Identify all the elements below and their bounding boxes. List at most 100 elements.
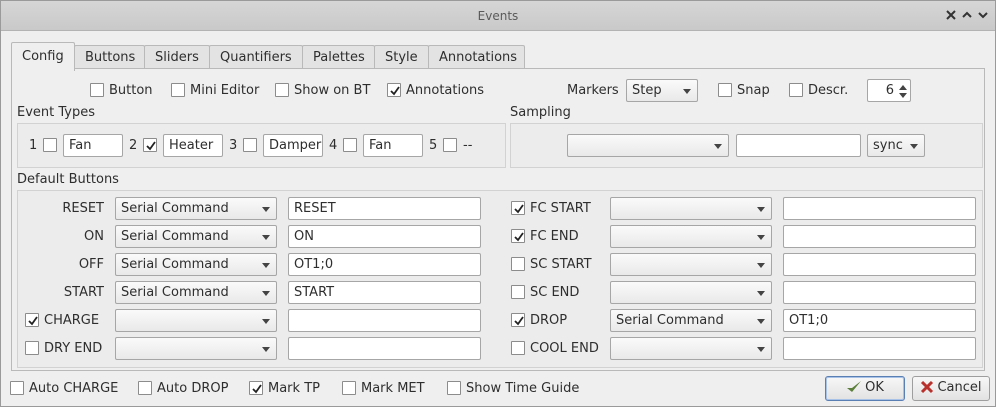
descr-value: 6 [885, 83, 894, 98]
reset-command-field[interactable]: RESET [288, 197, 481, 220]
reset-action-select[interactable]: Serial Command [115, 197, 277, 220]
charge-action-select[interactable] [115, 309, 277, 332]
spin-up-icon[interactable] [899, 85, 907, 90]
drop-command-field[interactable]: OT1;0 [783, 309, 976, 332]
drop-action-select[interactable]: Serial Command [610, 309, 772, 332]
show-time-guide-checkbox[interactable] [447, 381, 461, 395]
charge-checkbox[interactable] [25, 313, 39, 327]
event-type-5-value: -- [463, 138, 473, 153]
event-type-3-checkbox[interactable] [243, 138, 257, 152]
on-action-select[interactable]: Serial Command [115, 225, 277, 248]
on-action-value: Serial Command [121, 229, 229, 244]
tab-config[interactable]: Config [11, 42, 75, 71]
start-command-field[interactable]: START [288, 281, 481, 304]
descr-spinbox[interactable]: 6 [867, 79, 911, 102]
dropdown-arrow-icon [910, 144, 918, 149]
sc-start-command-field[interactable] [783, 253, 976, 276]
sc-start-checkbox[interactable] [511, 257, 525, 271]
descr-label: Descr. [808, 83, 849, 98]
sync-select[interactable]: sync [867, 134, 925, 157]
dropdown-arrow-icon [757, 319, 765, 324]
dropdown-arrow-icon [262, 319, 270, 324]
checkmark-icon [847, 381, 862, 392]
fc-start-command-field[interactable] [783, 197, 976, 220]
cool-end-command-field[interactable] [783, 337, 976, 360]
sc-start-action-select[interactable] [610, 253, 772, 276]
drop-label: DROP [530, 313, 568, 328]
spin-down-icon[interactable] [899, 93, 907, 98]
event-type-5-num: 5 [429, 138, 438, 153]
chevron-down-icon[interactable] [975, 7, 991, 23]
sc-end-checkbox[interactable] [511, 285, 525, 299]
dropdown-arrow-icon [757, 235, 765, 240]
checkmark-icon [514, 204, 524, 214]
dropdown-arrow-icon [757, 263, 765, 268]
off-action-select[interactable]: Serial Command [115, 253, 277, 276]
annotations-checkbox[interactable] [387, 83, 401, 97]
sampling-field[interactable] [736, 134, 861, 157]
dry-end-command-field[interactable] [288, 337, 481, 360]
markers-select[interactable]: Step [626, 79, 698, 102]
tab-style[interactable]: Style [374, 45, 429, 70]
show-on-bt-checkbox[interactable] [275, 83, 289, 97]
mini-editor-checkbox[interactable] [171, 83, 185, 97]
auto-charge-checkbox[interactable] [10, 381, 24, 395]
cancel-label: Cancel [937, 380, 982, 395]
on-label: ON [84, 229, 104, 244]
button-checkbox[interactable] [90, 83, 104, 97]
dropdown-arrow-icon [262, 263, 270, 268]
auto-drop-checkbox[interactable] [138, 381, 152, 395]
show-time-guide-label: Show Time Guide [466, 381, 580, 396]
event-type-1-checkbox[interactable] [43, 138, 57, 152]
mark-met-label: Mark MET [361, 381, 425, 396]
sc-end-command-field[interactable] [783, 281, 976, 304]
dropdown-arrow-icon [714, 144, 722, 149]
on-command-field[interactable]: ON [288, 225, 481, 248]
close-icon[interactable] [943, 7, 959, 23]
off-command-field[interactable]: OT1;0 [288, 253, 481, 276]
event-type-3-field[interactable]: Damper [263, 134, 323, 157]
tab-sliders[interactable]: Sliders [144, 45, 210, 70]
cancel-button[interactable]: Cancel [912, 376, 990, 401]
chevron-up-icon[interactable] [959, 7, 975, 23]
event-type-1-field[interactable]: Fan [63, 134, 123, 157]
tab-annotations[interactable]: Annotations [428, 45, 525, 70]
snap-checkbox[interactable] [718, 83, 732, 97]
fc-end-command-field[interactable] [783, 225, 976, 248]
event-type-2-checkbox[interactable] [143, 138, 157, 152]
sc-end-action-select[interactable] [610, 281, 772, 304]
fc-start-checkbox[interactable] [511, 201, 525, 215]
sc-end-label: SC END [530, 285, 580, 300]
mark-tp-checkbox[interactable] [249, 381, 263, 395]
drop-checkbox[interactable] [511, 313, 525, 327]
event-type-4-checkbox[interactable] [343, 138, 357, 152]
checkmark-icon [390, 86, 400, 96]
dry-end-action-select[interactable] [115, 337, 277, 360]
start-action-select[interactable]: Serial Command [115, 281, 277, 304]
dry-end-checkbox[interactable] [25, 341, 39, 355]
fc-start-action-select[interactable] [610, 197, 772, 220]
mark-met-checkbox[interactable] [342, 381, 356, 395]
tab-quantifiers[interactable]: Quantifiers [209, 45, 303, 70]
ok-button[interactable]: OK [825, 376, 905, 401]
event-type-5-checkbox[interactable] [443, 138, 457, 152]
reset-label: RESET [62, 201, 104, 216]
dropdown-arrow-icon [262, 347, 270, 352]
start-label: START [63, 285, 104, 300]
fc-end-label: FC END [530, 229, 579, 244]
fc-end-action-select[interactable] [610, 225, 772, 248]
event-type-4-field[interactable]: Fan [363, 134, 423, 157]
event-type-2-field[interactable]: Heater [163, 134, 223, 157]
fc-end-checkbox[interactable] [511, 229, 525, 243]
dropdown-arrow-icon [262, 291, 270, 296]
start-action-value: Serial Command [121, 285, 229, 300]
sampling-interval-select[interactable] [567, 134, 729, 157]
window-title: Events [477, 9, 519, 23]
tab-buttons[interactable]: Buttons [74, 45, 145, 70]
descr-checkbox[interactable] [789, 83, 803, 97]
cool-end-action-select[interactable] [610, 337, 772, 360]
checkmark-icon [514, 232, 524, 242]
tab-palettes[interactable]: Palettes [302, 45, 375, 70]
charge-command-field[interactable] [288, 309, 481, 332]
cool-end-checkbox[interactable] [511, 341, 525, 355]
